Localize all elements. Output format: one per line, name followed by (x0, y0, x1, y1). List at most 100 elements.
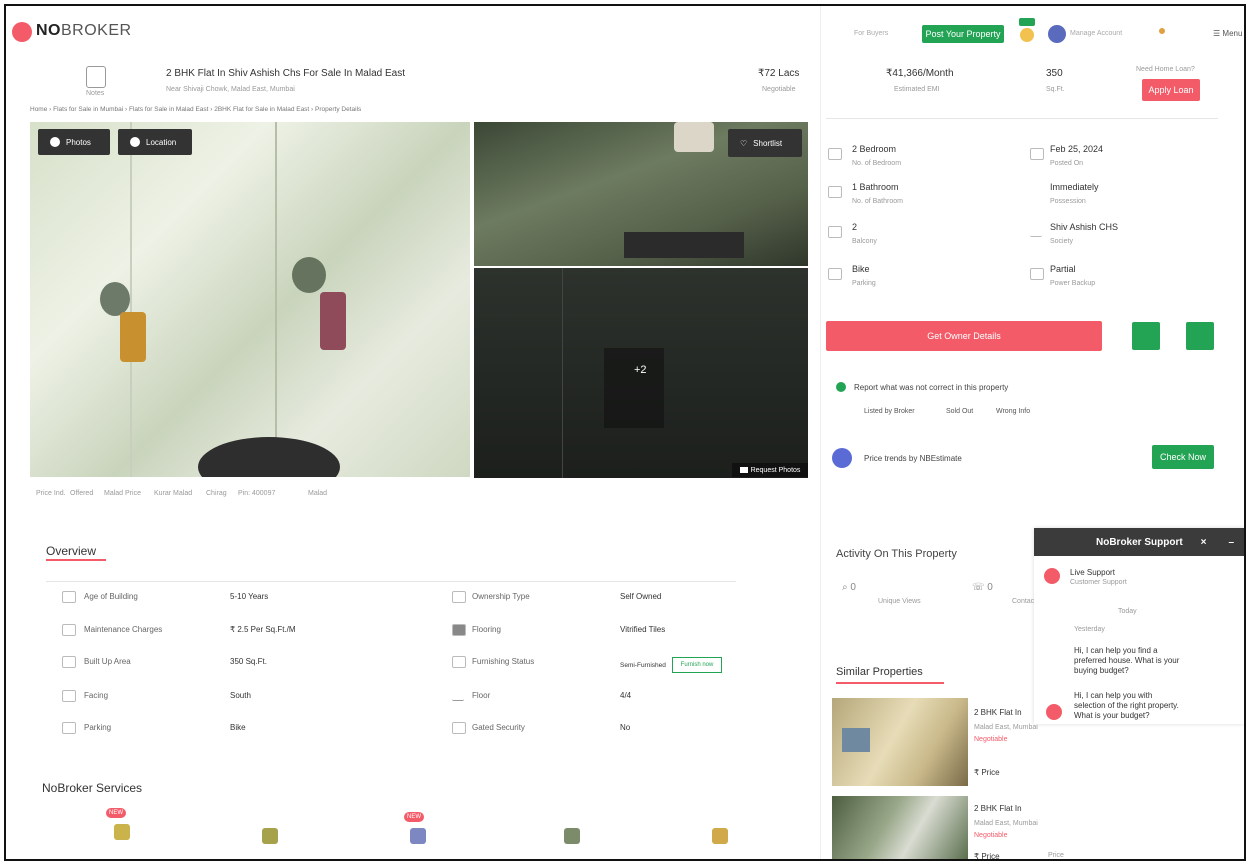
services-title: NoBroker Services (42, 781, 143, 795)
fact-label: Possession (1050, 198, 1086, 205)
activity-views-label: Unique Views (878, 598, 921, 605)
overview-value: No (620, 723, 631, 732)
location-button[interactable]: Location (118, 129, 192, 155)
similar-property-title[interactable]: 2 BHK Flat In (974, 804, 1022, 813)
report-option[interactable]: Sold Out (946, 408, 973, 415)
nobroker-logo[interactable]: NOBROKER (36, 22, 132, 40)
heart-icon: ♡ (740, 138, 748, 148)
shortlist-button[interactable]: ♡ Shortlist (728, 129, 802, 157)
fact-value: Immediately (1050, 182, 1099, 192)
furnish-now-button[interactable]: Furnish now (672, 657, 722, 673)
request-photos-button[interactable]: Request Photos (732, 463, 808, 477)
agent-status: Customer Support (1070, 579, 1127, 586)
tag[interactable]: Pin: 400097 (238, 490, 275, 497)
overview-value: Self Owned (620, 592, 662, 601)
tag[interactable]: Kurar Malad (154, 490, 192, 497)
overview-value: 350 Sq.Ft. (230, 657, 267, 666)
similar-property-photo[interactable] (832, 698, 968, 786)
overview-label: Maintenance Charges (84, 625, 163, 634)
floor-icon (452, 690, 464, 701)
nobroker-logo-icon[interactable] (12, 22, 32, 42)
new-badge: NEW (106, 808, 126, 818)
avatar[interactable] (1048, 25, 1066, 43)
overview-value: Semi-Furnished (620, 662, 666, 669)
area-value: 350 (1046, 68, 1063, 79)
similar-property-title[interactable]: 2 BHK Flat In (974, 708, 1022, 717)
overview-underline (46, 559, 106, 561)
similar-price-label: Price (1048, 852, 1064, 859)
interiors-icon[interactable] (712, 828, 728, 844)
close-icon[interactable]: × (1201, 537, 1207, 548)
similar-property-sub: Malad East, Mumbai (974, 724, 1038, 731)
cleaning-icon[interactable] (564, 828, 580, 844)
tag[interactable]: Malad Price (104, 490, 141, 497)
new-badge-icon (1019, 18, 1035, 26)
photo-icon (739, 467, 748, 473)
similar-title: Similar Properties (836, 666, 923, 678)
overview-value: ₹ 2.5 Per Sq.Ft./M (230, 625, 296, 634)
main-photo[interactable] (30, 122, 470, 477)
post-property-button[interactable]: Post Your Property (922, 25, 1004, 43)
notification-icon[interactable] (1159, 28, 1165, 34)
overview-label: Floor (472, 691, 491, 700)
share-icon[interactable] (1186, 322, 1214, 350)
photos-button[interactable]: Photos (38, 129, 110, 155)
minimize-icon[interactable]: – (1228, 537, 1234, 548)
agent-avatar (1046, 704, 1062, 720)
agent-avatar (1044, 568, 1060, 584)
bath-icon (828, 186, 842, 198)
report-option[interactable]: Wrong Info (996, 408, 1030, 415)
parking-icon (828, 268, 842, 280)
rental-agreement-icon[interactable] (410, 828, 426, 844)
key-icon (1030, 186, 1042, 196)
similar-property-meta: Negotiable (974, 736, 1008, 743)
support-header[interactable]: NoBroker Support × – (1034, 528, 1244, 556)
activity-title: Activity On This Property (836, 548, 957, 560)
property-price: ₹72 Lacs (758, 68, 800, 79)
property-price-sub: Negotiable (762, 86, 796, 93)
cloth-icon (120, 312, 146, 362)
security-icon (452, 722, 466, 734)
get-owner-details-button[interactable]: Get Owner Details (826, 321, 1102, 351)
bed-icon (828, 148, 842, 160)
overview-label: Ownership Type (472, 592, 530, 601)
breadcrumb[interactable]: Home › Flats for Sale in Mumbai › Flats … (30, 106, 361, 113)
tag[interactable]: Price Ind. (36, 490, 66, 497)
overview-title: Overview (46, 544, 97, 558)
coin-icon[interactable] (1020, 28, 1034, 42)
fact-value: 2 (852, 222, 858, 232)
tag[interactable]: Malad (308, 490, 327, 497)
overview-label: Built Up Area (84, 657, 131, 666)
fact-value: 1 Bathroom (852, 182, 899, 192)
apply-loan-button[interactable]: Apply Loan (1142, 79, 1200, 101)
more-photos-count[interactable]: +2 (634, 364, 647, 376)
overview-value: Vitrified Tiles (620, 625, 666, 634)
fact-value: Shiv Ashish CHS (1050, 222, 1119, 232)
report-option[interactable]: Listed by Broker (864, 408, 915, 415)
overview-value: 4/4 (620, 691, 632, 700)
similar-property-photo[interactable] (832, 796, 968, 859)
balcony-icon (828, 226, 842, 238)
property-title: 2 BHK Flat In Shiv Ashish Chs For Sale I… (166, 68, 405, 79)
tag[interactable]: Chirag (206, 490, 227, 497)
header-nav-text[interactable]: For Buyers (854, 30, 888, 37)
shortlist-icon[interactable] (1132, 322, 1160, 350)
user-name[interactable]: Manage Account (1070, 30, 1122, 37)
property-logo-icon (86, 66, 106, 88)
property-subtitle: Near Shivaji Chowk, Malad East, Mumbai (166, 86, 295, 93)
building-icon (62, 591, 76, 603)
check-circle-icon (836, 382, 846, 392)
check-now-button[interactable]: Check Now (1152, 445, 1214, 469)
menu-button[interactable]: ☰ Menu (1213, 29, 1242, 38)
compass-icon (62, 690, 76, 702)
tag[interactable]: Offered (70, 490, 93, 497)
emi-label: Estimated EMI (894, 86, 940, 93)
location-icon (130, 137, 140, 147)
painting-icon[interactable] (262, 828, 278, 844)
fact-label: Power Backup (1050, 280, 1096, 287)
overview-label: Gated Security (472, 723, 525, 732)
activity-contacted-value: ☏ 0 (972, 582, 993, 593)
packers-movers-icon[interactable] (114, 824, 130, 840)
area-label: Sq.Ft. (1046, 86, 1065, 93)
page-frame: NOBROKER For Buyers Post Your Property M… (4, 4, 1246, 861)
